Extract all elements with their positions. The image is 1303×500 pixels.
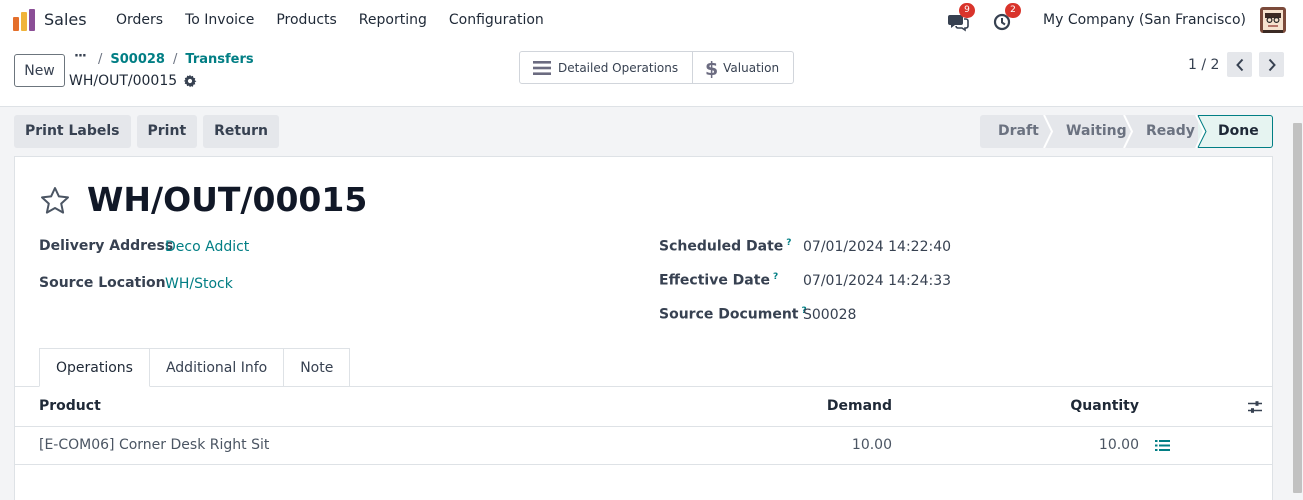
- new-button[interactable]: New: [14, 54, 65, 87]
- row-product: [E-COM06] Corner Desk Right Sit: [39, 437, 270, 453]
- table-row[interactable]: [E-COM06] Corner Desk Right Sit 10.00 10…: [15, 427, 1272, 465]
- source-location-label: Source Location: [39, 275, 166, 291]
- row-quantity[interactable]: 10.00: [1049, 437, 1139, 453]
- sales-app-icon[interactable]: [12, 8, 36, 32]
- control-panel: New ··· / S00028 / Transfers WH/OUT/0001…: [0, 40, 1303, 107]
- detailed-operations-label: Detailed Operations: [558, 60, 679, 75]
- activities-badge: 2: [1005, 3, 1022, 18]
- smart-buttons: Detailed Operations $ Valuation: [519, 51, 795, 84]
- current-record: WH/OUT/00015: [69, 73, 197, 89]
- list-icon: [533, 60, 551, 75]
- breadcrumb-more-button[interactable]: ···: [74, 49, 87, 64]
- main-menu: Orders To Invoice Products Reporting Con…: [105, 0, 555, 40]
- source-document-value[interactable]: S00028: [803, 307, 856, 323]
- record-name: WH/OUT/00015: [69, 73, 178, 89]
- delivery-address-label: Delivery Address: [39, 238, 174, 254]
- scrollbar-track[interactable]: [1292, 107, 1303, 500]
- scheduled-date-value[interactable]: 07/01/2024 14:22:40: [803, 239, 951, 255]
- messages-button[interactable]: 9: [947, 3, 976, 32]
- chevron-right-icon: [1268, 58, 1276, 71]
- activities-button[interactable]: 2: [993, 3, 1022, 32]
- pager-previous-button[interactable]: [1227, 52, 1252, 77]
- scheduled-date-label: Scheduled Date?: [659, 238, 792, 255]
- svg-text:$: $: [705, 58, 717, 78]
- pager-value[interactable]: 1 / 2: [1188, 57, 1219, 73]
- return-button[interactable]: Return: [203, 115, 279, 148]
- stage-done[interactable]: Done: [1198, 115, 1273, 148]
- menu-configuration[interactable]: Configuration: [438, 0, 555, 40]
- stage-draft[interactable]: Draft: [980, 115, 1046, 148]
- messages-badge: 9: [959, 3, 976, 18]
- detailed-operations-button[interactable]: Detailed Operations: [520, 52, 692, 83]
- row-demand: 10.00: [851, 437, 892, 453]
- user-avatar[interactable]: [1260, 7, 1286, 33]
- chevron-left-icon: [1235, 58, 1243, 71]
- stage-waiting[interactable]: Waiting: [1046, 115, 1127, 148]
- tab-additional-info[interactable]: Additional Info: [148, 348, 285, 387]
- systray: 9 2 My Company (San Francisco): [947, 0, 1303, 40]
- stage-ready[interactable]: Ready: [1126, 115, 1198, 148]
- optional-columns-icon[interactable]: [1247, 399, 1263, 415]
- form-sheet: WH/OUT/00015 Delivery Address Deco Addic…: [14, 156, 1273, 500]
- detailed-list-icon[interactable]: [1155, 439, 1170, 452]
- notebook-tabs: Operations Additional Info Note: [39, 348, 351, 387]
- table-header: Product Demand Quantity: [15, 387, 1272, 427]
- company-switcher[interactable]: My Company (San Francisco): [1043, 12, 1246, 28]
- print-labels-button[interactable]: Print Labels: [14, 115, 131, 148]
- status-bar: Draft Waiting Ready Done: [980, 115, 1273, 148]
- effective-date-value[interactable]: 07/01/2024 14:24:33: [803, 273, 951, 289]
- breadcrumb-separator: /: [172, 52, 178, 67]
- record-title[interactable]: WH/OUT/00015: [87, 180, 367, 219]
- effective-date-label: Effective Date?: [659, 272, 779, 289]
- column-demand[interactable]: Demand: [805, 398, 892, 414]
- breadcrumb-transfers[interactable]: Transfers: [185, 52, 253, 67]
- delivery-address-link[interactable]: Deco Addict: [165, 239, 249, 255]
- scrollbar-thumb[interactable]: [1293, 123, 1302, 493]
- tab-note[interactable]: Note: [283, 348, 351, 387]
- column-product[interactable]: Product: [39, 398, 101, 414]
- source-location-link[interactable]: WH/Stock: [165, 276, 233, 292]
- column-quantity[interactable]: Quantity: [1049, 398, 1139, 414]
- source-document-label: Source Document?: [659, 306, 807, 323]
- tab-operations[interactable]: Operations: [39, 348, 150, 387]
- breadcrumb: / S00028 / Transfers: [98, 52, 254, 67]
- breadcrumb-separator: /: [98, 52, 103, 67]
- help-icon[interactable]: ?: [786, 238, 791, 248]
- menu-reporting[interactable]: Reporting: [348, 0, 438, 40]
- valuation-button[interactable]: $ Valuation: [692, 52, 793, 83]
- dollar-icon: $: [705, 58, 717, 78]
- help-icon[interactable]: ?: [773, 272, 778, 282]
- star-icon[interactable]: [39, 185, 71, 217]
- menu-orders[interactable]: Orders: [105, 0, 174, 40]
- breadcrumb-sale-order[interactable]: S00028: [110, 52, 165, 67]
- valuation-label: Valuation: [723, 60, 780, 75]
- app-name[interactable]: Sales: [44, 10, 87, 29]
- print-button[interactable]: Print: [136, 115, 198, 148]
- menu-to-invoice[interactable]: To Invoice: [174, 0, 265, 40]
- top-navbar: Sales Orders To Invoice Products Reporti…: [0, 0, 1303, 40]
- menu-products[interactable]: Products: [265, 0, 347, 40]
- action-buttons: Print Labels Print Return: [14, 115, 279, 148]
- gear-icon[interactable]: [183, 74, 197, 88]
- pager-next-button[interactable]: [1259, 52, 1284, 77]
